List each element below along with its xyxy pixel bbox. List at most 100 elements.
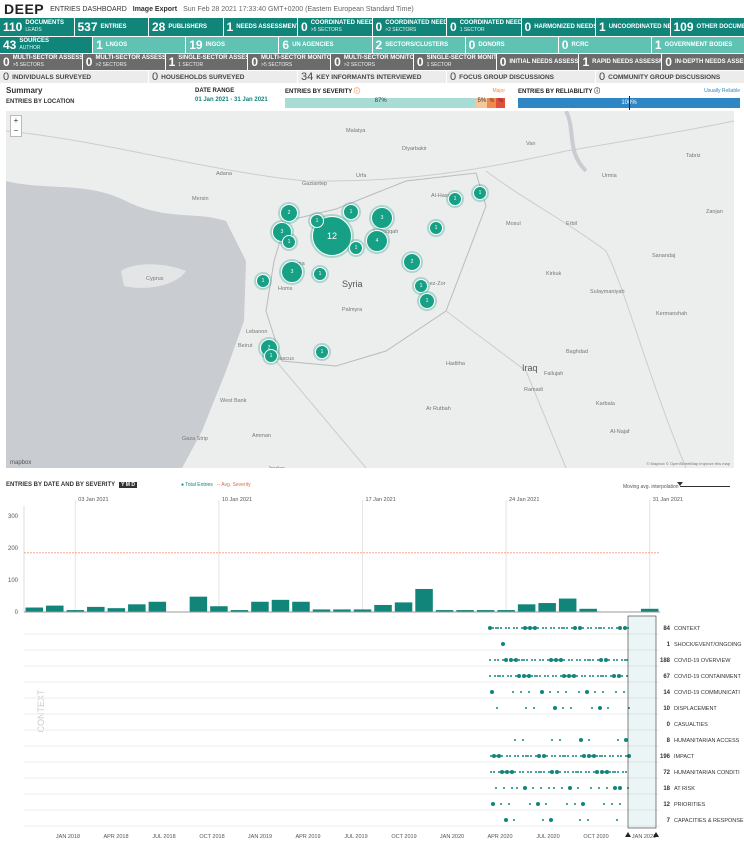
map-cluster-marker[interactable]: 1 bbox=[473, 186, 487, 200]
context-row-label[interactable]: COVID-19 CONTAINMENT bbox=[674, 674, 741, 680]
map-cluster-marker[interactable]: 2 bbox=[403, 253, 421, 271]
severity-segment-critical[interactable]: % bbox=[496, 98, 505, 108]
map-cluster-marker[interactable]: 3 bbox=[371, 207, 393, 229]
daily-entries-bar[interactable] bbox=[558, 598, 577, 612]
reliability-bar[interactable]: 100% bbox=[518, 96, 740, 110]
context-entry-dot bbox=[548, 787, 550, 789]
stat-needs-assessments-3[interactable]: 1 NEEDS ASSESSMENTS bbox=[223, 18, 297, 36]
map-cluster-marker[interactable]: 4 bbox=[366, 230, 388, 252]
stat-uncoordinated-needs-assessments-8[interactable]: 1UNCOORDINATED NEEDS ASSESSMENTS bbox=[596, 18, 670, 36]
severity-bar[interactable]: 87% 5% % % bbox=[285, 98, 505, 108]
stat-community-group-discussions-4[interactable]: 0 COMMUNITY GROUP DISCUSSIONS bbox=[596, 71, 744, 83]
zoom-out-button[interactable]: − bbox=[11, 126, 21, 136]
stat-in-depth-needs-assessments-8[interactable]: 0IN-DEPTH NEEDS ASSESSMENTS bbox=[662, 54, 744, 70]
daily-entries-bar[interactable] bbox=[292, 601, 310, 612]
context-row-label[interactable]: HUMANITARIAN CONDITI bbox=[674, 770, 740, 776]
daily-entries-bar[interactable] bbox=[25, 607, 44, 612]
stat-key-informants-interviewed-2[interactable]: 34 KEY INFORMANTS INTERVIEWED bbox=[298, 71, 446, 83]
brush-left-handle[interactable] bbox=[625, 832, 631, 837]
context-row-label[interactable]: AT RISK bbox=[674, 786, 695, 792]
stat-coordinated-needs-assessments-5[interactable]: 0COORDINATED NEEDS ASSESSMENTS>2 Sectors bbox=[372, 18, 446, 36]
map-cluster-marker[interactable]: 1 bbox=[264, 349, 278, 363]
map-cluster-marker[interactable]: 1 bbox=[310, 214, 324, 228]
map-cluster-marker[interactable]: 1 bbox=[315, 345, 329, 359]
info-icon[interactable]: ⓘ bbox=[594, 89, 600, 95]
daily-entries-bar[interactable] bbox=[517, 604, 536, 612]
map-cluster-marker[interactable]: 1 bbox=[429, 221, 443, 235]
stat-un-agencies-3[interactable]: 6 UN AGENCIES bbox=[279, 37, 372, 53]
selected-range-brush[interactable] bbox=[627, 615, 657, 829]
stat-multi-sector-assessments-1[interactable]: 0MULTI-SECTOR ASSESSMENTS>2 Sectors bbox=[82, 54, 165, 70]
daily-entries-bar[interactable] bbox=[374, 604, 392, 612]
stat-single-sector-monitoring-5[interactable]: 0SINGLE-SECTOR MONITORING1 Sector bbox=[413, 54, 496, 70]
context-row-label[interactable]: SHOCK/EVENT/ONGOING bbox=[674, 642, 742, 648]
stat-coordinated-needs-assessments-4[interactable]: 0COORDINATED NEEDS ASSESSMENTS>5 Sectors bbox=[298, 18, 372, 36]
zoom-in-button[interactable]: + bbox=[11, 116, 21, 126]
map-cluster-marker[interactable]: 1 bbox=[282, 235, 296, 249]
stat-sectors-clusters-4[interactable]: 2 SECTORS/CLUSTERS bbox=[372, 37, 465, 53]
stat-publishers-2[interactable]: 28 PUBLISHERS bbox=[149, 18, 223, 36]
entries-map[interactable]: + − Syria Iraq Cyprus Lebanon West Bank Gaza S… bbox=[6, 111, 734, 468]
map-cluster-marker[interactable]: 1 bbox=[313, 267, 327, 281]
stat-other-documents-9[interactable]: 109OTHER DOCUMENTS bbox=[670, 18, 744, 36]
stat-rapid-needs-assessments-7[interactable]: 1RAPID NEEDS ASSESSMENTS bbox=[579, 54, 662, 70]
stat-documents-0[interactable]: 110 DOCUMENTS Leads bbox=[0, 18, 74, 36]
map-cluster-marker[interactable]: 1 bbox=[448, 192, 462, 206]
info-icon[interactable]: ⓘ bbox=[354, 89, 360, 95]
daily-entries-bar[interactable] bbox=[271, 599, 290, 612]
daily-entries-bar[interactable] bbox=[538, 603, 556, 612]
daily-entries-bar[interactable] bbox=[251, 601, 269, 612]
severity-segment-minor[interactable]: 87% bbox=[285, 98, 477, 108]
map-cluster-marker[interactable]: 1 bbox=[256, 274, 270, 288]
stat-donors-5[interactable]: 0 DONORS bbox=[465, 37, 558, 53]
context-row-label[interactable]: COVID-19 OVERVIEW bbox=[674, 658, 731, 664]
stat-individuals-surveyed-0[interactable]: 0 INDIVIDUALS SURVEYED bbox=[0, 71, 148, 83]
interpolation-slider[interactable] bbox=[677, 482, 730, 490]
map-cluster-marker[interactable]: 1 bbox=[419, 293, 435, 309]
stat-focus-group-discussions-3[interactable]: 0 FOCUS GROUP DISCUSSIONS bbox=[447, 71, 595, 83]
stat-multi-sector-monitoring-3[interactable]: 0MULTI-SECTOR MONITORING>5 Sectors bbox=[248, 54, 331, 70]
daily-entries-bar[interactable] bbox=[415, 588, 433, 612]
ymd-toggle[interactable]: Y M D bbox=[119, 482, 137, 488]
map-cluster-marker[interactable]: 3 bbox=[281, 261, 303, 283]
stat-initial-needs-assessments-6[interactable]: 0INITIAL NEEDS ASSESSMENTS bbox=[496, 54, 579, 70]
severity-segment-situation[interactable]: 5% bbox=[476, 98, 488, 108]
context-row-label[interactable]: CONTEXT bbox=[674, 626, 701, 632]
map-cluster-marker[interactable]: 1 bbox=[343, 204, 359, 220]
daily-entries-bar[interactable] bbox=[210, 606, 228, 612]
stat-households-surveyed-1[interactable]: 0 HOUSEHOLDS SURVEYED bbox=[149, 71, 297, 83]
daily-entries-bar[interactable] bbox=[394, 602, 413, 612]
image-export-link[interactable]: Image Export bbox=[133, 6, 177, 13]
stat-harmonized-needs-assessments-7[interactable]: 0HARMONIZED NEEDS ASSESSMENTS bbox=[521, 18, 595, 36]
map-cluster-marker[interactable]: 1 bbox=[349, 241, 363, 255]
context-row-label[interactable]: COVID-19 COMMUNICATI bbox=[674, 690, 740, 696]
stat-entries-1[interactable]: 537 ENTRIES bbox=[74, 18, 148, 36]
stat-coordinated-needs-assessments-6[interactable]: 0COORDINATED NEEDS ASSESSMENTS1 Sector bbox=[447, 18, 521, 36]
stat-multi-sector-monitoring-4[interactable]: 0MULTI-SECTOR MONITORING>2 Sectors bbox=[331, 54, 413, 70]
app-logo[interactable]: DEEP bbox=[4, 1, 44, 17]
daily-entries-bar[interactable] bbox=[189, 596, 208, 612]
daily-entries-bar[interactable] bbox=[46, 605, 64, 612]
context-row-label[interactable]: PRIORITIES bbox=[674, 802, 706, 808]
daily-entries-bar[interactable] bbox=[87, 606, 105, 612]
stat-ingos-2[interactable]: 19 INGOS bbox=[186, 37, 279, 53]
stat-multi-sector-assessments-0[interactable]: 0MULTI-SECTOR ASSESSMENTS>5 Sectors bbox=[0, 54, 82, 70]
severity-segment-major[interactable]: % bbox=[487, 98, 497, 108]
date-range-value[interactable]: 01 Jan 2021 - 31 Jan 2021 bbox=[195, 97, 268, 103]
map-cluster-marker[interactable]: 1 bbox=[414, 279, 428, 293]
stat-single-sector-assessments-2[interactable]: 1SINGLE-SECTOR ASSESSMENTS1 Sector bbox=[165, 54, 248, 70]
daily-entries-bar[interactable] bbox=[107, 608, 126, 612]
context-row-label[interactable]: HUMANITARIAN ACCESS bbox=[674, 738, 740, 744]
stat-government-bodies-7[interactable]: 1 GOVERNMENT BODIES bbox=[651, 37, 744, 53]
stat-rcrc-6[interactable]: 0 RCRC bbox=[558, 37, 651, 53]
context-row-label[interactable]: CASUALTIES bbox=[674, 722, 708, 728]
daily-entries-bar[interactable] bbox=[128, 604, 146, 612]
context-row-label[interactable]: CAPACITIES & RESPONSE bbox=[674, 818, 744, 824]
map-cluster-marker[interactable]: 2 bbox=[280, 204, 298, 222]
daily-entries-bar[interactable] bbox=[148, 601, 167, 612]
stat-sources-0[interactable]: 43 SOURCES Author bbox=[0, 37, 93, 53]
stat-lngos-1[interactable]: 1 LNGOS bbox=[93, 37, 186, 53]
context-row-label[interactable]: IMPACT bbox=[674, 754, 695, 760]
map-attribution[interactable]: © Mapbox © OpenStreetMap Improve this ma… bbox=[647, 461, 731, 466]
context-row-label[interactable]: DISPLACEMENT bbox=[674, 706, 717, 712]
